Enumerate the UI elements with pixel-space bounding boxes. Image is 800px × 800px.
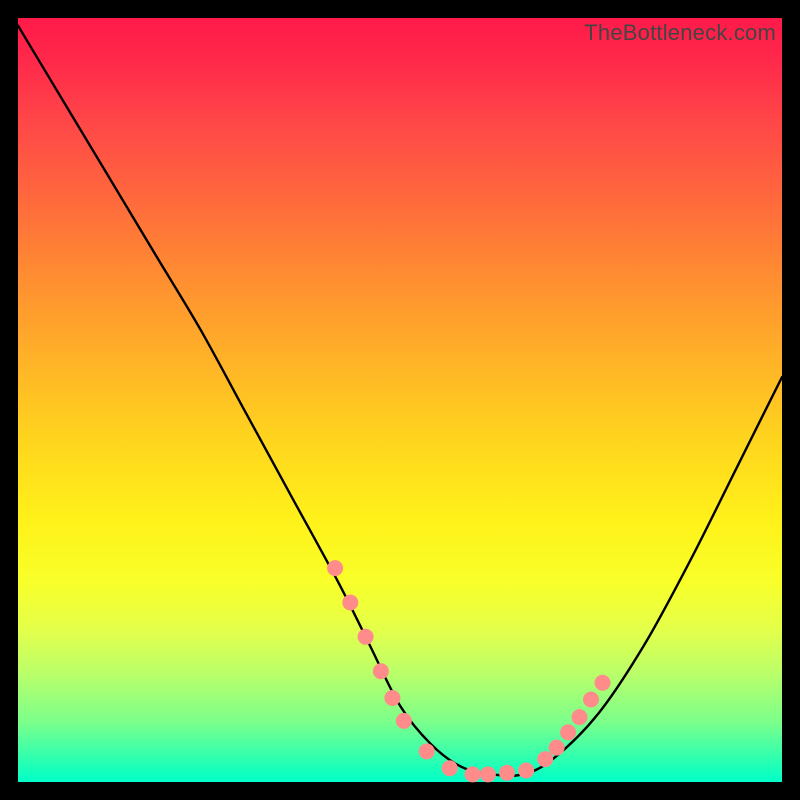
highlight-dot xyxy=(419,743,435,759)
highlight-dot xyxy=(358,629,374,645)
highlight-dot xyxy=(572,709,588,725)
chart-frame: TheBottleneck.com xyxy=(0,0,800,800)
chart-svg xyxy=(18,18,782,782)
highlight-dot xyxy=(537,751,553,767)
highlight-dot xyxy=(560,724,576,740)
highlight-dot xyxy=(373,663,389,679)
chart-plot-area: TheBottleneck.com xyxy=(18,18,782,782)
highlight-dot xyxy=(518,763,534,779)
highlight-dots-group xyxy=(327,560,610,782)
highlight-dot xyxy=(583,692,599,708)
highlight-dot xyxy=(499,765,515,781)
highlight-dot xyxy=(327,560,343,576)
highlight-dot xyxy=(342,595,358,611)
highlight-dot xyxy=(396,713,412,729)
highlight-dot xyxy=(384,690,400,706)
highlight-dot xyxy=(465,766,481,782)
highlight-dot xyxy=(549,740,565,756)
highlight-dot xyxy=(595,675,611,691)
highlight-dot xyxy=(442,760,458,776)
bottleneck-curve-path xyxy=(18,26,782,776)
highlight-dot xyxy=(480,766,496,782)
